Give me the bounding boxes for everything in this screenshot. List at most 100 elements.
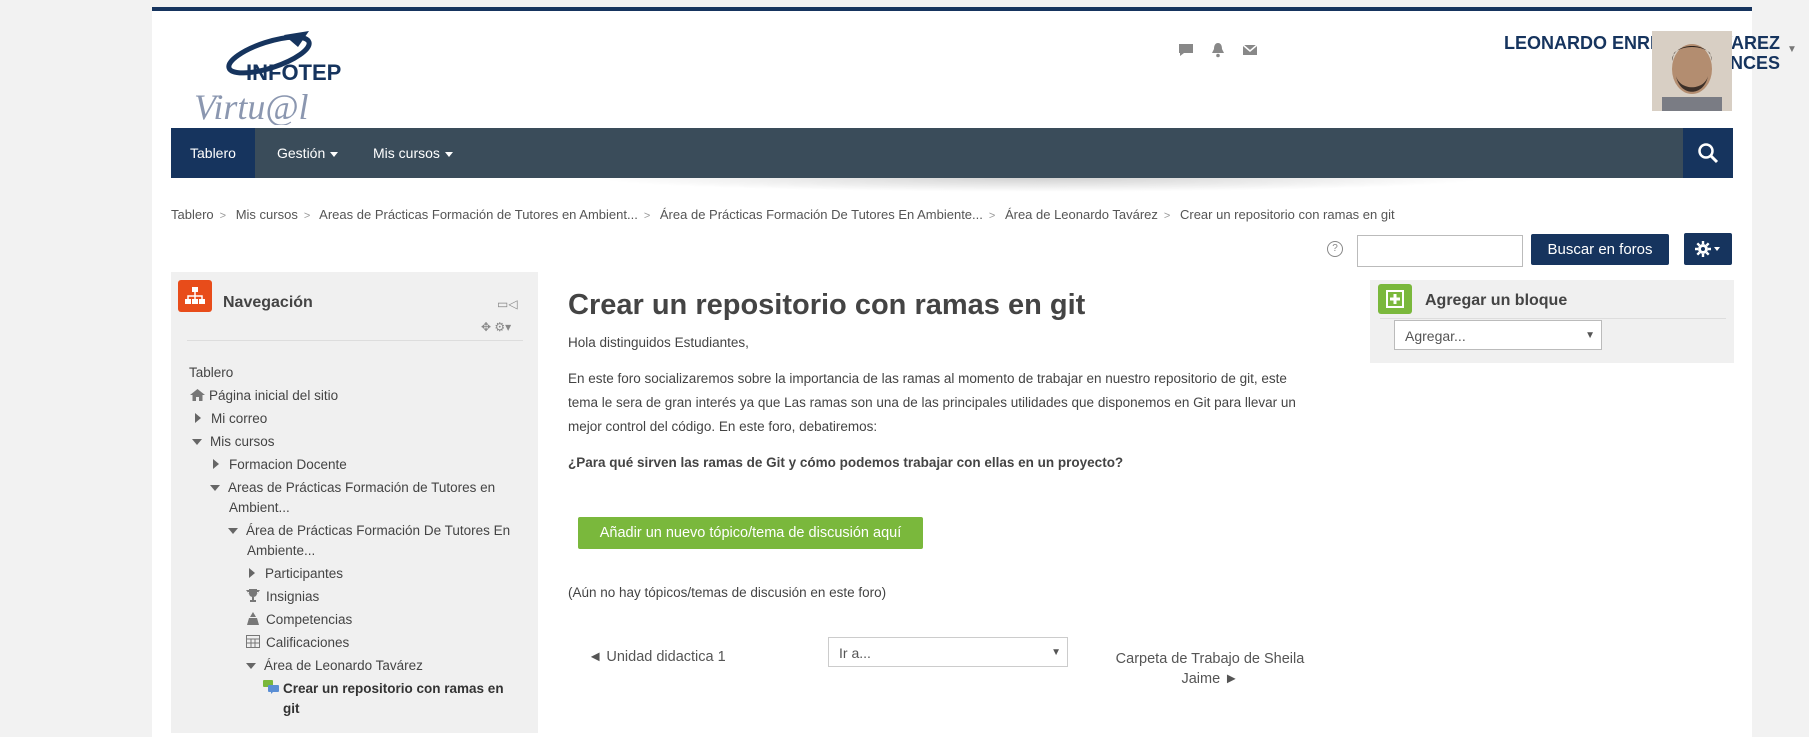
- logo-infotep-text: INFOTEP: [246, 60, 341, 85]
- next-activity-line1: Carpeta de Trabajo de Sheila: [1115, 651, 1305, 667]
- nav-item-label: Insignias: [266, 589, 320, 604]
- infotep-logo[interactable]: INFOTEP Virtu@l: [174, 25, 354, 127]
- add-block-select-value: Agregar...: [1405, 328, 1466, 344]
- next-activity-link[interactable]: Carpeta de Trabajo de Sheila Jaime ►: [1110, 649, 1310, 689]
- collapse-icon: [210, 485, 220, 492]
- chat-icon[interactable]: [1177, 41, 1195, 59]
- nav-item-label: Crear un repositorio con ramas en: [283, 681, 504, 696]
- nav-item-competencias[interactable]: Competencias: [246, 610, 352, 630]
- nav-item-label: Areas de Prácticas Formación de Tutores …: [228, 480, 496, 495]
- bell-icon[interactable]: [1209, 41, 1227, 59]
- competencies-icon: [247, 612, 259, 625]
- nav-item-label: Competencias: [266, 612, 353, 627]
- nav-item-tablero[interactable]: Tablero: [189, 363, 233, 383]
- nav-item-participantes[interactable]: Participantes: [249, 564, 343, 584]
- breadcrumb-item[interactable]: Tablero: [171, 207, 214, 222]
- nav-item-label: Ambient...: [229, 500, 290, 515]
- page-title: Crear un repositorio con ramas en git: [568, 289, 1086, 321]
- caret-down-icon: [444, 151, 453, 157]
- avatar[interactable]: [1652, 31, 1732, 111]
- nav-item-label: Área de Leonardo Tavárez: [264, 658, 423, 673]
- select-arrow-icon: ▼: [1051, 647, 1061, 658]
- select-arrow-icon: ▼: [1585, 330, 1595, 341]
- breadcrumb-item[interactable]: Área de Leonardo Tavárez: [1005, 207, 1158, 222]
- move-gear-icon[interactable]: ✥ ⚙▾: [481, 320, 511, 334]
- nav-item-site-home[interactable]: Página inicial del sitio: [190, 386, 338, 406]
- add-block-select[interactable]: Agregar... ▼: [1394, 320, 1602, 350]
- nav-item-insignias[interactable]: Insignias: [246, 587, 319, 607]
- forum-greeting: Hola distinguidos Estudiantes,: [568, 335, 749, 350]
- nav-tablero-label: Tablero: [190, 145, 236, 161]
- forum-intro-line2: tema le sera de gran interés ya que Las …: [568, 395, 1296, 410]
- nav-search-button[interactable]: [1683, 128, 1733, 178]
- caret-down-icon: [330, 151, 339, 157]
- sitemap-icon: [178, 280, 212, 312]
- forum-question: ¿Para qué sirven las ramas de Git y cómo…: [568, 455, 1124, 470]
- nav-item-area-leonardo[interactable]: Área de Leonardo Tavárez: [246, 656, 423, 676]
- collapse-icon: [228, 528, 238, 535]
- forum-intro-line3: mejor control del código. En este foro, …: [568, 419, 878, 434]
- chevron-right-icon: >: [1163, 210, 1171, 222]
- forum-icon: [263, 680, 279, 694]
- nav-item-label: Tablero: [189, 365, 234, 380]
- next-activity-line2: Jaime ►: [1181, 671, 1239, 687]
- nav-mis-cursos-label: Mis cursos: [373, 145, 440, 161]
- nav-item-mi-correo[interactable]: Mi correo: [195, 409, 267, 429]
- gear-icon: [1695, 241, 1720, 257]
- prev-activity-link[interactable]: ◄ Unidad didactica 1: [588, 649, 726, 665]
- nav-item-formacion-docente[interactable]: Formacion Docente: [213, 455, 347, 475]
- add-discussion-button[interactable]: Añadir un nuevo tópico/tema de discusión…: [578, 517, 923, 549]
- navbar-shadow: [592, 178, 1492, 192]
- nav-item-areas-practicas-cont[interactable]: Ambient...: [229, 498, 290, 518]
- nav-item-label: Ambiente...: [247, 543, 316, 558]
- chevron-right-icon: >: [988, 210, 996, 222]
- header-icons: [1177, 41, 1259, 59]
- add-block-title: Agregar un bloque: [1425, 292, 1568, 309]
- breadcrumb: Tablero > Mis cursos > Areas de Prácticas …: [171, 207, 1395, 222]
- chevron-right-icon: >: [219, 210, 227, 222]
- jump-to-value: Ir a...: [839, 645, 871, 661]
- nav-item-label: Mis cursos: [210, 434, 275, 449]
- nav-tablero[interactable]: Tablero: [171, 128, 255, 178]
- nav-item-label: Participantes: [265, 566, 344, 581]
- nav-item-label: Formacion Docente: [229, 457, 347, 472]
- nav-item-mis-cursos[interactable]: Mis cursos: [192, 432, 275, 452]
- nav-item-areas-practicas[interactable]: Areas de Prácticas Formación de Tutores …: [210, 478, 495, 498]
- nav-item-label: Calificaciones: [266, 635, 350, 650]
- jump-to-select[interactable]: Ir a... ▼: [828, 637, 1068, 667]
- envelope-icon[interactable]: [1241, 41, 1259, 59]
- collapse-icon: [246, 663, 256, 670]
- add-block: Agregar un bloque Agregar... ▼: [1370, 280, 1734, 363]
- navigation-block: Navegación ▭◁ ✥ ⚙▾ Tablero Página inicia…: [171, 272, 538, 733]
- help-icon[interactable]: ?: [1327, 241, 1343, 257]
- search-icon: [1698, 143, 1719, 164]
- breadcrumb-item[interactable]: Área de Prácticas Formación De Tutores E…: [660, 207, 983, 222]
- page-container: INFOTEP Virtu@l LEONARDO ENRIQUE TAVAREZ…: [152, 7, 1797, 737]
- user-menu-caret[interactable]: ▼: [1787, 44, 1797, 55]
- nav-item-current-forum-cont[interactable]: git: [283, 699, 300, 719]
- chevron-right-icon: >: [303, 210, 311, 222]
- nav-gestion-label: Gestión: [277, 145, 326, 161]
- nav-gestion[interactable]: Gestión: [258, 128, 357, 178]
- nav-item-current-forum[interactable]: Crear un repositorio con ramas en: [263, 679, 504, 699]
- search-forums-button[interactable]: Buscar en foros: [1531, 234, 1669, 265]
- collapse-icon: [192, 439, 202, 446]
- divider: [187, 340, 523, 341]
- nav-item-area-practicas-tutores-cont[interactable]: Ambiente...: [247, 541, 315, 561]
- nav-item-label: Mi correo: [211, 411, 268, 426]
- forum-search-input[interactable]: [1357, 235, 1523, 267]
- chevron-right-icon: >: [643, 210, 651, 222]
- breadcrumb-item[interactable]: Areas de Prácticas Formación de Tutores …: [319, 207, 638, 222]
- home-icon: [190, 389, 205, 401]
- nav-mis-cursos[interactable]: Mis cursos: [354, 128, 472, 178]
- nav-item-area-practicas-tutores[interactable]: Área de Prácticas Formación De Tutores E…: [228, 521, 510, 541]
- breadcrumb-item[interactable]: Mis cursos: [236, 207, 298, 222]
- nav-item-calificaciones[interactable]: Calificaciones: [246, 633, 349, 653]
- nav-item-label: git: [283, 701, 300, 716]
- settings-menu-button[interactable]: [1684, 233, 1732, 265]
- dock-block-icon[interactable]: ▭◁: [497, 297, 518, 311]
- nav-item-label: Página inicial del sitio: [209, 388, 339, 403]
- forum-intro-line1: En este foro socializaremos sobre la imp…: [568, 371, 1287, 386]
- expand-icon: [249, 568, 255, 578]
- logo-virtual-text: Virtu@l: [194, 87, 308, 125]
